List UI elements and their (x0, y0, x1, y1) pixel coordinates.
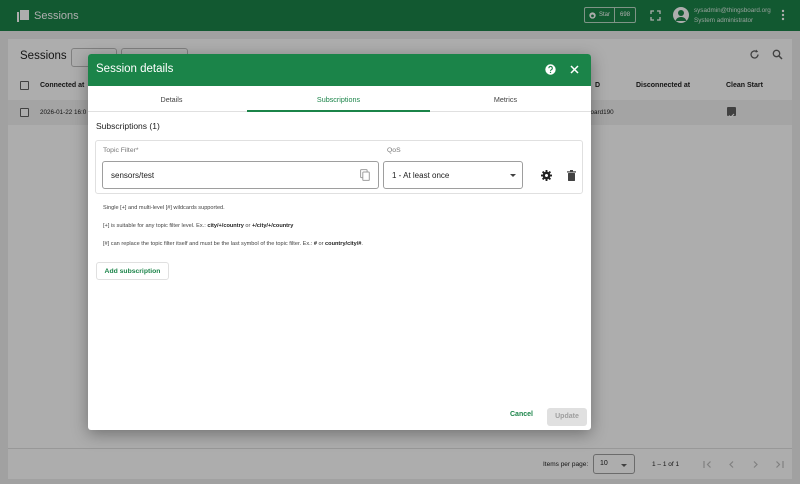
topic-filter-value: sensors/test (111, 171, 155, 180)
help-icon[interactable] (545, 64, 556, 75)
dialog-header: Session details (88, 54, 591, 86)
active-tab-indicator (247, 110, 430, 112)
qos-select[interactable]: 1 - At least once (383, 161, 523, 189)
hint-multi-level-text: [#] can replace the topic filter itself … (103, 241, 313, 247)
dialog-tabs: Details Subscriptions Metrics (88, 86, 591, 112)
cancel-button[interactable]: Cancel (510, 411, 533, 418)
tab-details[interactable]: Details (88, 86, 255, 112)
hint-or: or (245, 223, 251, 229)
close-icon[interactable] (570, 65, 579, 74)
hint-multi-level-example-2: country/city/# (325, 241, 362, 247)
hint-wildcards: Single [+] and multi-level [#] wildcards… (103, 205, 225, 211)
subscriptions-title: Subscriptions (1) (96, 121, 160, 131)
session-details-dialog: Session details Details Subscriptions Me… (88, 54, 591, 430)
tab-subscriptions[interactable]: Subscriptions (255, 86, 422, 112)
gear-icon[interactable] (541, 170, 552, 181)
copy-icon[interactable] (360, 169, 370, 181)
hint-period: . (361, 241, 363, 247)
topic-filter-label: Topic Filter* (103, 147, 139, 154)
hint-single-level-example-1: city/+/country (207, 223, 244, 229)
hint-single-level: [+] is suitable for any topic filter lev… (103, 223, 293, 229)
update-button[interactable]: Update (547, 408, 587, 426)
hint-single-level-text: [+] is suitable for any topic filter lev… (103, 223, 206, 229)
subscription-row: Topic Filter* sensors/test QoS 1 - At le… (95, 140, 583, 194)
dialog-title: Session details (96, 63, 174, 75)
delete-icon[interactable] (567, 170, 576, 181)
chevron-down-icon (510, 174, 516, 177)
hint-or: or (318, 241, 324, 247)
add-subscription-button[interactable]: Add subscription (96, 262, 169, 280)
hint-multi-level: [#] can replace the topic filter itself … (103, 241, 363, 247)
topic-filter-input[interactable]: sensors/test (102, 161, 379, 189)
qos-label: QoS (387, 147, 401, 154)
hint-multi-level-example-1: # (313, 241, 317, 247)
hint-single-level-example-2: +/city/+/country (251, 223, 294, 229)
qos-value: 1 - At least once (392, 171, 450, 180)
tab-metrics[interactable]: Metrics (422, 86, 589, 112)
